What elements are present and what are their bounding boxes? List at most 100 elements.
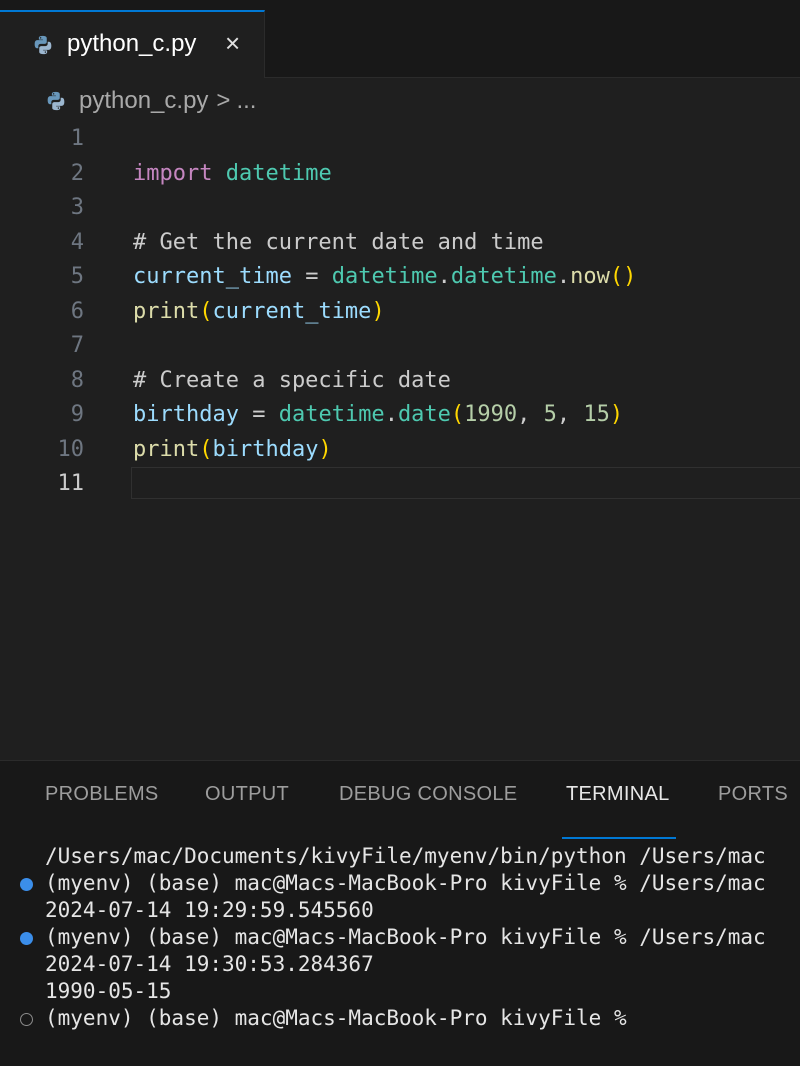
bracket-token: ( [199,436,213,462]
tab-python-c[interactable]: python_c.py × [0,10,265,78]
comma-token: , [517,402,544,427]
terminal-line: 1990-05-15 [0,978,800,1005]
command-success-icon[interactable] [20,878,33,891]
dot-token: . [556,264,571,289]
terminal-line: 2024-07-14 19:30:53.284367 [0,951,800,978]
code-editor[interactable]: python_c.py > ... 1 2 import datetime 3 … [0,78,800,760]
line-number: 3 [70,195,84,220]
keyword-token: import [133,160,213,186]
code-line[interactable]: 3 [0,191,800,226]
variable-token: current_time [212,298,372,324]
chevron-right-icon: > [216,87,231,114]
line-number: 2 [70,160,84,186]
terminal-prompt-line[interactable]: (myenv) (base) mac@Macs-MacBook-Pro kivy… [0,1005,800,1032]
number-token: 1990 [464,402,518,427]
module-token: datetime [331,264,438,289]
terminal-text: 1990-05-15 [45,979,172,1003]
breadcrumb-file[interactable]: python_c.py [79,87,208,115]
class-token: datetime [450,264,557,289]
terminal-line: /Users/mac/Documents/kivyFile/myenv/bin/… [0,843,800,870]
panel-tab-bar: PROBLEMS OUTPUT DEBUG CONSOLE TERMINAL P… [0,783,800,839]
active-tab-indicator [562,837,676,839]
operator-token: = [291,264,332,289]
line-number: 7 [70,333,84,358]
code-lines: 1 2 import datetime 3 4 # Get the curren… [0,122,800,502]
line-code: birthday = datetime.date(1990, 5, 15) [133,398,623,433]
code-line[interactable]: 4 # Get the current date and time [0,226,800,261]
code-line[interactable]: 10 print(birthday) [0,433,800,468]
terminal-line: (myenv) (base) mac@Macs-MacBook-Pro kivy… [0,924,800,951]
dot-token: . [437,264,451,289]
line-number: 6 [70,298,84,324]
python-icon [34,35,52,55]
line-number-active: 11 [57,471,85,496]
line-code: import datetime [133,157,332,192]
module-token: datetime [225,160,332,186]
bracket-token: ) [623,264,637,289]
function-token: print [133,436,200,462]
code-line[interactable]: 5 current_time = datetime.datetime.now() [0,260,800,295]
terminal-line: (myenv) (base) mac@Macs-MacBook-Pro kivy… [0,870,800,897]
comment-token: # Create a specific date [133,367,451,393]
comma-token: , [556,402,584,427]
line-number: 5 [70,264,84,289]
editor-tab-bar: python_c.py × [0,0,800,78]
terminal-line: 2024-07-14 19:29:59.545560 [0,897,800,924]
bottom-panel: PROBLEMS OUTPUT DEBUG CONSOLE TERMINAL P… [0,760,800,1066]
code-line[interactable]: 2 import datetime [0,157,800,192]
line-code: current_time = datetime.datetime.now() [133,260,636,295]
number-token: 5 [543,402,557,427]
line-number: 1 [70,126,84,151]
bracket-token: ( [450,402,465,427]
line-number: 10 [57,436,85,462]
tab-problems[interactable]: PROBLEMS [45,783,159,806]
function-token: now [570,264,610,289]
command-pending-icon [20,1013,33,1026]
function-token: print [133,298,200,324]
variable-token: current_time [133,264,292,289]
tab-title: python_c.py [67,30,197,57]
variable-token: birthday [133,402,239,427]
breadcrumb: python_c.py > ... [45,86,256,116]
code-line-current[interactable]: 11 [0,467,800,502]
command-success-icon[interactable] [20,932,33,945]
terminal-output[interactable]: /Users/mac/Documents/kivyFile/myenv/bin/… [0,843,800,1032]
dot-token: . [384,402,398,427]
variable-token: birthday [212,436,319,462]
current-line-highlight [131,467,800,499]
python-icon [47,91,65,111]
terminal-text: 2024-07-14 19:30:53.284367 [45,952,374,976]
line-number: 8 [70,367,84,393]
line-code: print(current_time) [133,295,385,330]
close-icon[interactable]: × [225,29,240,57]
operator-token: = [238,402,279,427]
breadcrumb-more[interactable]: ... [236,87,256,115]
terminal-prompt: (myenv) (base) mac@Macs-MacBook-Pro kivy… [45,1006,627,1030]
code-line[interactable]: 7 [0,329,800,364]
line-number: 4 [70,229,84,255]
number-token: 15 [583,402,610,427]
line-code: print(birthday) [133,433,332,468]
tab-ports[interactable]: PORTS [718,783,788,806]
terminal-text: /Users/mac/Documents/kivyFile/myenv/bin/… [45,844,766,868]
code-line[interactable]: 8 # Create a specific date [0,364,800,399]
comment-token: # Get the current date and time [133,229,544,255]
code-line[interactable]: 9 birthday = datetime.date(1990, 5, 15) [0,398,800,433]
tab-terminal[interactable]: TERMINAL [566,783,670,806]
tab-output[interactable]: OUTPUT [205,783,289,806]
terminal-text: 2024-07-14 19:29:59.545560 [45,898,374,922]
line-number: 9 [70,402,84,427]
module-token: datetime [278,402,385,427]
bracket-token: ( [199,298,213,324]
bracket-token: ) [609,402,624,427]
code-line[interactable]: 6 print(current_time) [0,295,800,330]
tab-debug-console[interactable]: DEBUG CONSOLE [339,783,517,806]
terminal-text: (myenv) (base) mac@Macs-MacBook-Pro kivy… [45,925,766,949]
code-line[interactable]: 1 [0,122,800,157]
bracket-token: ) [318,436,332,462]
bracket-token: ( [609,264,624,289]
terminal-text: (myenv) (base) mac@Macs-MacBook-Pro kivy… [45,871,766,895]
class-token: date [397,402,451,427]
bracket-token: ) [371,298,385,324]
